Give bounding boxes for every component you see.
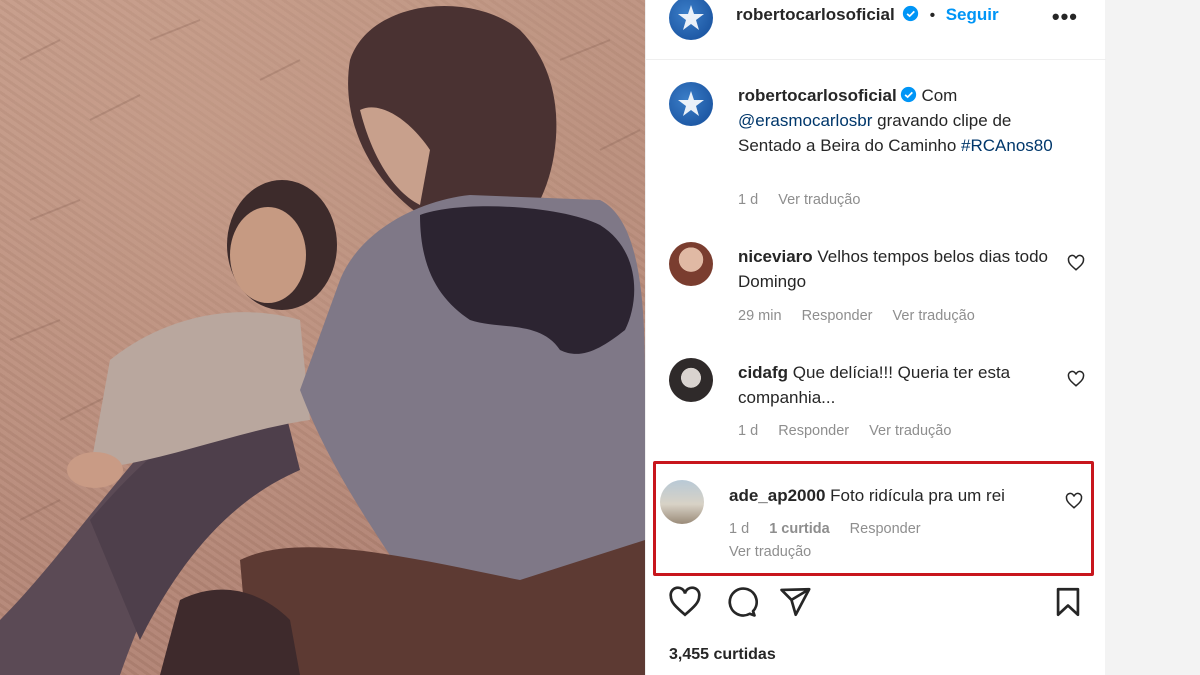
- star-logo-icon: [678, 91, 704, 116]
- comment-item: cidafg Que delícia!!! Queria ter esta co…: [738, 360, 1058, 410]
- reply-link[interactable]: Responder: [802, 308, 873, 324]
- caption-mention[interactable]: @erasmocarlosbr: [738, 111, 872, 130]
- translate-link[interactable]: Ver tradução: [893, 308, 975, 324]
- photo-illustration: [0, 5, 645, 675]
- comment-avatar[interactable]: [669, 358, 713, 402]
- comment-age: 29 min: [738, 308, 782, 324]
- caption-username[interactable]: robertocarlosoficial: [738, 86, 897, 105]
- translate-link[interactable]: Ver tradução: [869, 423, 951, 439]
- comment-username[interactable]: cidafg: [738, 363, 788, 382]
- highlight-box: [653, 461, 1094, 576]
- caption-prefix: Com: [921, 86, 958, 105]
- verified-icon: [903, 5, 919, 22]
- star-logo-icon: [678, 5, 704, 30]
- heart-icon[interactable]: [668, 585, 702, 619]
- separator-dot: •: [929, 7, 936, 24]
- page-gutter: [1105, 0, 1200, 675]
- comment-age: 1 d: [738, 423, 759, 439]
- verified-icon: [900, 86, 916, 103]
- likes-count[interactable]: 3,455 curtidas: [669, 646, 776, 664]
- more-options-icon[interactable]: •••: [1052, 4, 1078, 30]
- comment-username[interactable]: niceviaro: [738, 247, 813, 266]
- post-action-bar: [646, 585, 1106, 625]
- comment-like-heart-icon[interactable]: [1067, 254, 1085, 272]
- comment-avatar[interactable]: [669, 242, 713, 286]
- share-icon[interactable]: [778, 585, 812, 619]
- caption-meta: 1 d Ver tradução: [738, 192, 876, 208]
- caption-age: 1 d: [738, 192, 759, 208]
- author-avatar[interactable]: [669, 0, 713, 40]
- comment-item: niceviaro Velhos tempos belos dias todo …: [738, 244, 1058, 294]
- bookmark-icon[interactable]: [1051, 585, 1085, 619]
- comment-icon[interactable]: [724, 585, 758, 619]
- caption-hashtag[interactable]: #RCAnos80: [961, 136, 1053, 155]
- caption-translate-link[interactable]: Ver tradução: [778, 192, 860, 208]
- post-caption: robertocarlosoficial Com @erasmocarlosbr…: [738, 83, 1068, 158]
- reply-link[interactable]: Responder: [778, 423, 849, 439]
- comment-like-heart-icon[interactable]: [1067, 370, 1085, 388]
- caption-author-avatar[interactable]: [669, 82, 713, 126]
- comment-meta: 1 d Responder Ver tradução: [738, 423, 967, 439]
- comment-meta: 29 min Responder Ver tradução: [738, 308, 991, 324]
- post-photo[interactable]: [0, 0, 645, 675]
- follow-button[interactable]: Seguir: [946, 5, 999, 24]
- post-header: robertocarlosoficial • Seguir •••: [646, 0, 1106, 60]
- author-username[interactable]: robertocarlosoficial: [736, 5, 895, 24]
